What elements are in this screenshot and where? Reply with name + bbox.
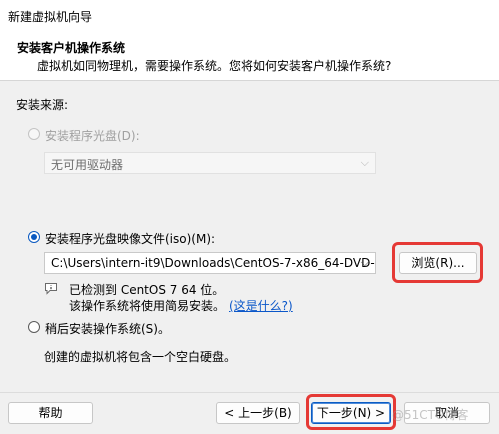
help-button[interactable]: 帮助 [8, 402, 93, 424]
install-source-label: 安装来源: [16, 98, 69, 112]
iso-option-label: 安装程序光盘映像文件(iso)(M): [45, 232, 216, 246]
header-subtitle: 虚拟机如同物理机，需要操作系统。您将如何安装客户机操作系统? [37, 59, 392, 73]
blank-disk-description: 创建的虚拟机将包含一个空白硬盘。 [44, 350, 237, 364]
chevron-down-icon: ⌵ [360, 256, 369, 269]
chevron-down-icon: ⌵ [360, 156, 369, 169]
browse-button[interactable]: 浏览(R)... [399, 252, 477, 274]
next-button[interactable]: 下一步(N) > [311, 402, 391, 424]
disc-drive-value: 无可用驱动器 [51, 158, 124, 172]
install-later-label: 稍后安装操作系统(S)。 [45, 322, 170, 336]
disc-drive-select[interactable]: 无可用驱动器 ⌵ [44, 152, 376, 174]
iso-path-combobox[interactable]: C:\Users\intern-it9\Downloads\CentOS-7-x… [44, 252, 376, 274]
disc-option-label: 安装程序光盘(D): [45, 129, 140, 143]
window-title: 新建虚拟机向导 [8, 10, 93, 24]
iso-radio[interactable] [28, 231, 40, 243]
wizard-header: 安装客户机操作系统 虚拟机如同物理机，需要操作系统。您将如何安装客户机操作系统? [0, 32, 499, 81]
disc-radio[interactable] [28, 128, 40, 140]
title-bar: 新建虚拟机向导 [0, 0, 499, 32]
iso-path-value: C:\Users\intern-it9\Downloads\CentOS-7-x… [51, 256, 376, 270]
speech-bubble-info-icon [44, 282, 58, 295]
easy-install-text: 该操作系统将使用简易安装。 [69, 299, 226, 313]
detected-os-text: 已检测到 CentOS 7 64 位。 [69, 283, 225, 297]
header-title: 安装客户机操作系统 [17, 41, 126, 55]
back-button[interactable]: < 上一步(B) [216, 402, 300, 424]
what-is-this-link[interactable]: (这是什么?) [229, 297, 293, 314]
install-later-radio[interactable] [28, 321, 40, 333]
watermark: @51CTO博客 [392, 408, 469, 422]
